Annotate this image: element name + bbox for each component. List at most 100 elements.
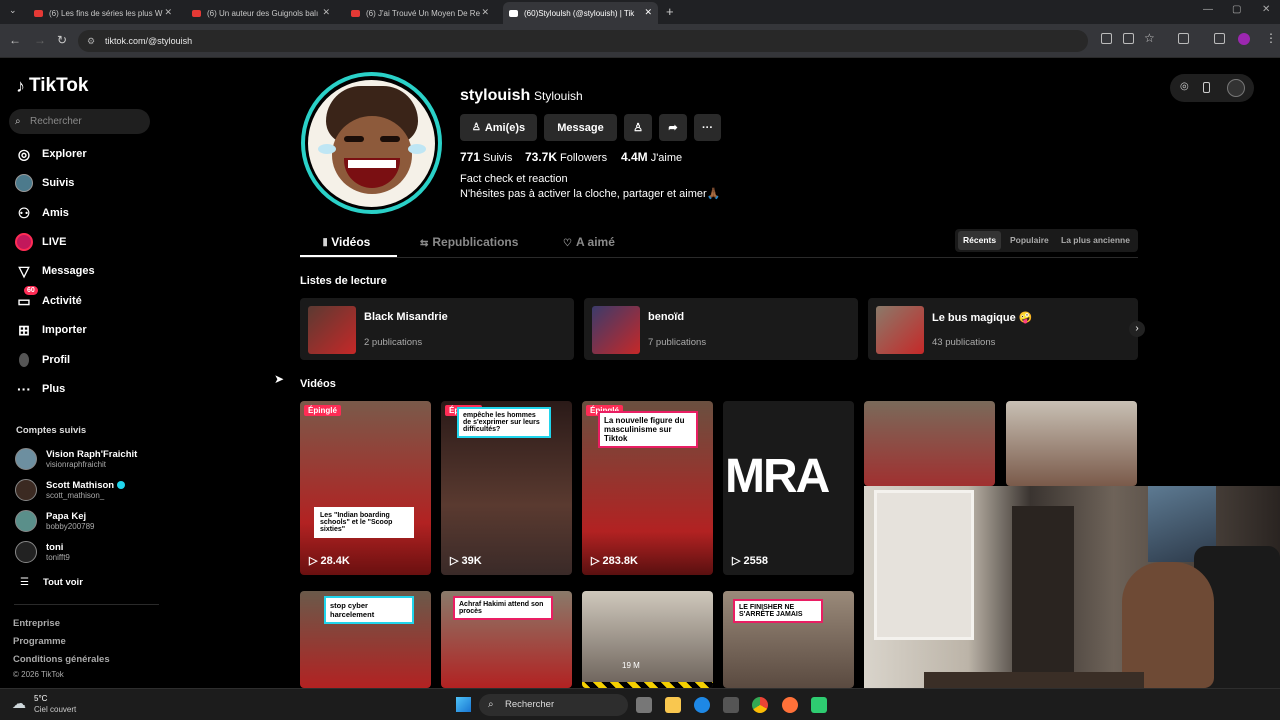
avatar [15, 479, 37, 501]
close-icon[interactable]: ✕ [644, 7, 652, 18]
browser-tab-4-active[interactable]: (60)Styloulsh (@stylouish) | Tik ✕ [503, 2, 658, 24]
reload-icon[interactable]: ↻ [57, 33, 67, 47]
playlist-card[interactable]: benoïd 7 publications [584, 298, 858, 360]
browser-tab-1[interactable]: (6) Les fins de séries les plus W ✕ [28, 2, 178, 24]
see-all-link[interactable]: ☰ Tout voir [20, 569, 83, 595]
footer-link-programme[interactable]: Programme [13, 636, 66, 647]
tab-republications[interactable]: ⇆ Republications [420, 235, 518, 249]
file-explorer-icon[interactable] [665, 697, 681, 713]
green-app-icon[interactable] [811, 697, 827, 713]
close-icon[interactable]: ✕ [481, 7, 489, 18]
video-thumbnail[interactable]: Achraf Hakimi attend son procès [441, 591, 572, 688]
nav-plus[interactable]: ··· Plus [14, 377, 65, 401]
chevron-right-icon[interactable]: › [1129, 321, 1145, 337]
footer-link-entreprise[interactable]: Entreprise [13, 618, 60, 629]
minimize-icon[interactable]: — [1203, 4, 1213, 15]
playlist-card[interactable]: Le bus magique 🤪 43 publications [868, 298, 1138, 360]
translate-icon[interactable] [1101, 33, 1112, 44]
nav-amis[interactable]: ⚇ Amis [14, 201, 69, 225]
edge-icon[interactable] [694, 697, 710, 713]
nav-messages[interactable]: ▽ Messages [14, 259, 95, 283]
tab-liked[interactable]: ♡ A aimé [563, 235, 615, 249]
followed-account[interactable]: Scott Mathison scott_mathison_ [15, 477, 125, 503]
weather-icon[interactable]: ☁ [12, 695, 26, 712]
firefox-icon[interactable] [782, 697, 798, 713]
more-dots-icon: ··· [17, 381, 31, 397]
video-title-overlay: MRA [725, 450, 830, 503]
tab-list-chevron-icon[interactable]: ⌄ [9, 5, 17, 16]
close-icon[interactable]: ✕ [164, 7, 172, 18]
sort-recent[interactable]: Récents [958, 231, 1002, 250]
stat-following[interactable]: 771 Suivis [460, 150, 512, 164]
taskbar-search-input[interactable]: ⌕ Rechercher [479, 694, 628, 716]
sort-popular[interactable]: Populaire [1005, 231, 1054, 250]
user-avatar-icon[interactable] [1238, 33, 1250, 45]
close-icon[interactable]: ✕ [322, 7, 330, 18]
video-thumbnail[interactable]: MRA ▷ 2558 [723, 401, 854, 575]
site-info-icon[interactable]: ⚙ [87, 30, 95, 52]
browser-tab-2[interactable]: (6) Un auteur des Guignols balı ✕ [186, 2, 336, 24]
close-window-icon[interactable]: ✕ [1262, 4, 1270, 15]
nav-activite[interactable]: ▭ 60 Activité [14, 286, 82, 313]
browser-tab-3[interactable]: (6) J'ai Trouvé Un Moyen De Re ✕ [345, 2, 495, 24]
nav-profil[interactable]: Profil [14, 348, 70, 372]
new-tab-icon[interactable]: + [666, 4, 674, 19]
tab-videos[interactable]: ⫴ Vidéos [323, 235, 370, 249]
tiktok-note-icon: ♪ [16, 75, 25, 96]
video-thumbnail[interactable]: LE FINISHER NE S'ARRÊTE JAMAIS [723, 591, 854, 688]
desk [924, 672, 1144, 688]
followed-account[interactable]: Vision Raph'Fraichit visionraphfraichit [15, 446, 137, 472]
following-avatar-icon [14, 173, 34, 193]
footer-link-conditions[interactable]: Conditions générales [13, 654, 110, 665]
url-field[interactable]: ⚙ tiktok.com/@stylouish [78, 30, 1088, 52]
mouse-cursor-icon: ➤ [274, 372, 285, 386]
nav-importer[interactable]: ⊞ Importer [14, 318, 87, 342]
sort-oldest[interactable]: La plus ancienne [1056, 231, 1135, 250]
maximize-icon[interactable]: ▢ [1232, 4, 1241, 15]
profile-avatar[interactable] [301, 72, 442, 214]
windows-start-icon[interactable] [456, 697, 471, 712]
playlist-card[interactable]: Black Misandrie 2 publications [300, 298, 574, 360]
forward-arrow-icon[interactable]: → [34, 33, 46, 47]
tab-selected-underline [300, 255, 397, 257]
user-avatar-small[interactable] [1227, 79, 1245, 97]
video-thumbnail[interactable]: 19 M [582, 591, 713, 688]
video-thumbnail[interactable] [1006, 401, 1137, 486]
stat-followers[interactable]: 73.7K Followers [525, 150, 607, 164]
followed-account[interactable]: Papa Kej bobby200789 [15, 508, 95, 534]
nav-explorer[interactable]: ◎ Explorer [14, 142, 87, 166]
avatar [15, 510, 37, 532]
profile-menu-icon[interactable] [1214, 33, 1225, 44]
nav-suivis[interactable]: Suivis [14, 171, 74, 195]
tiktok-logo[interactable]: ♪ TikTok [16, 75, 88, 97]
message-button[interactable]: Message [544, 114, 617, 141]
tiktok-favicon-icon [509, 9, 518, 17]
browser-menu-icon[interactable]: ⋮ [1265, 31, 1277, 45]
store-icon[interactable] [723, 697, 739, 713]
chrome-icon[interactable] [752, 697, 768, 713]
bookmark-star-icon[interactable]: ☆ [1144, 31, 1155, 45]
more-options-button[interactable]: ··· [694, 114, 721, 141]
extensions-icon[interactable] [1178, 33, 1189, 44]
phone-icon[interactable] [1203, 82, 1210, 93]
share-button[interactable]: ➦ [659, 114, 687, 141]
video-thumbnail[interactable]: Épinglé La nouvelle figure du masculinis… [582, 401, 713, 575]
video-thumbnail[interactable] [864, 401, 995, 486]
video-thumbnail[interactable]: Épinglé empêche les hommes de s'exprimer… [441, 401, 572, 575]
compass-small-icon[interactable]: ◎ [1180, 81, 1189, 92]
back-arrow-icon[interactable]: ← [9, 33, 21, 47]
cast-icon[interactable] [1123, 33, 1134, 44]
task-view-icon[interactable] [636, 697, 652, 713]
grid-icon: ⫴ [323, 238, 328, 249]
pinned-badge: Épinglé [304, 405, 341, 416]
view-count: ▷ 28.4K [309, 555, 350, 567]
video-thumbnail[interactable]: stop cyber harcelement [300, 591, 431, 688]
suggest-accounts-button[interactable]: ♙ [624, 114, 652, 141]
video-thumbnail[interactable]: Épinglé Les "Indian boarding schools" et… [300, 401, 431, 575]
search-input[interactable]: ⌕ Rechercher [9, 109, 150, 134]
friends-button[interactable]: ♙ Ami(e)s [460, 114, 537, 141]
followed-account[interactable]: toni tonifft9 [15, 539, 70, 565]
search-icon: ⌕ [488, 699, 494, 710]
nav-live[interactable]: LIVE [14, 230, 66, 254]
tab-divider [300, 257, 1138, 258]
